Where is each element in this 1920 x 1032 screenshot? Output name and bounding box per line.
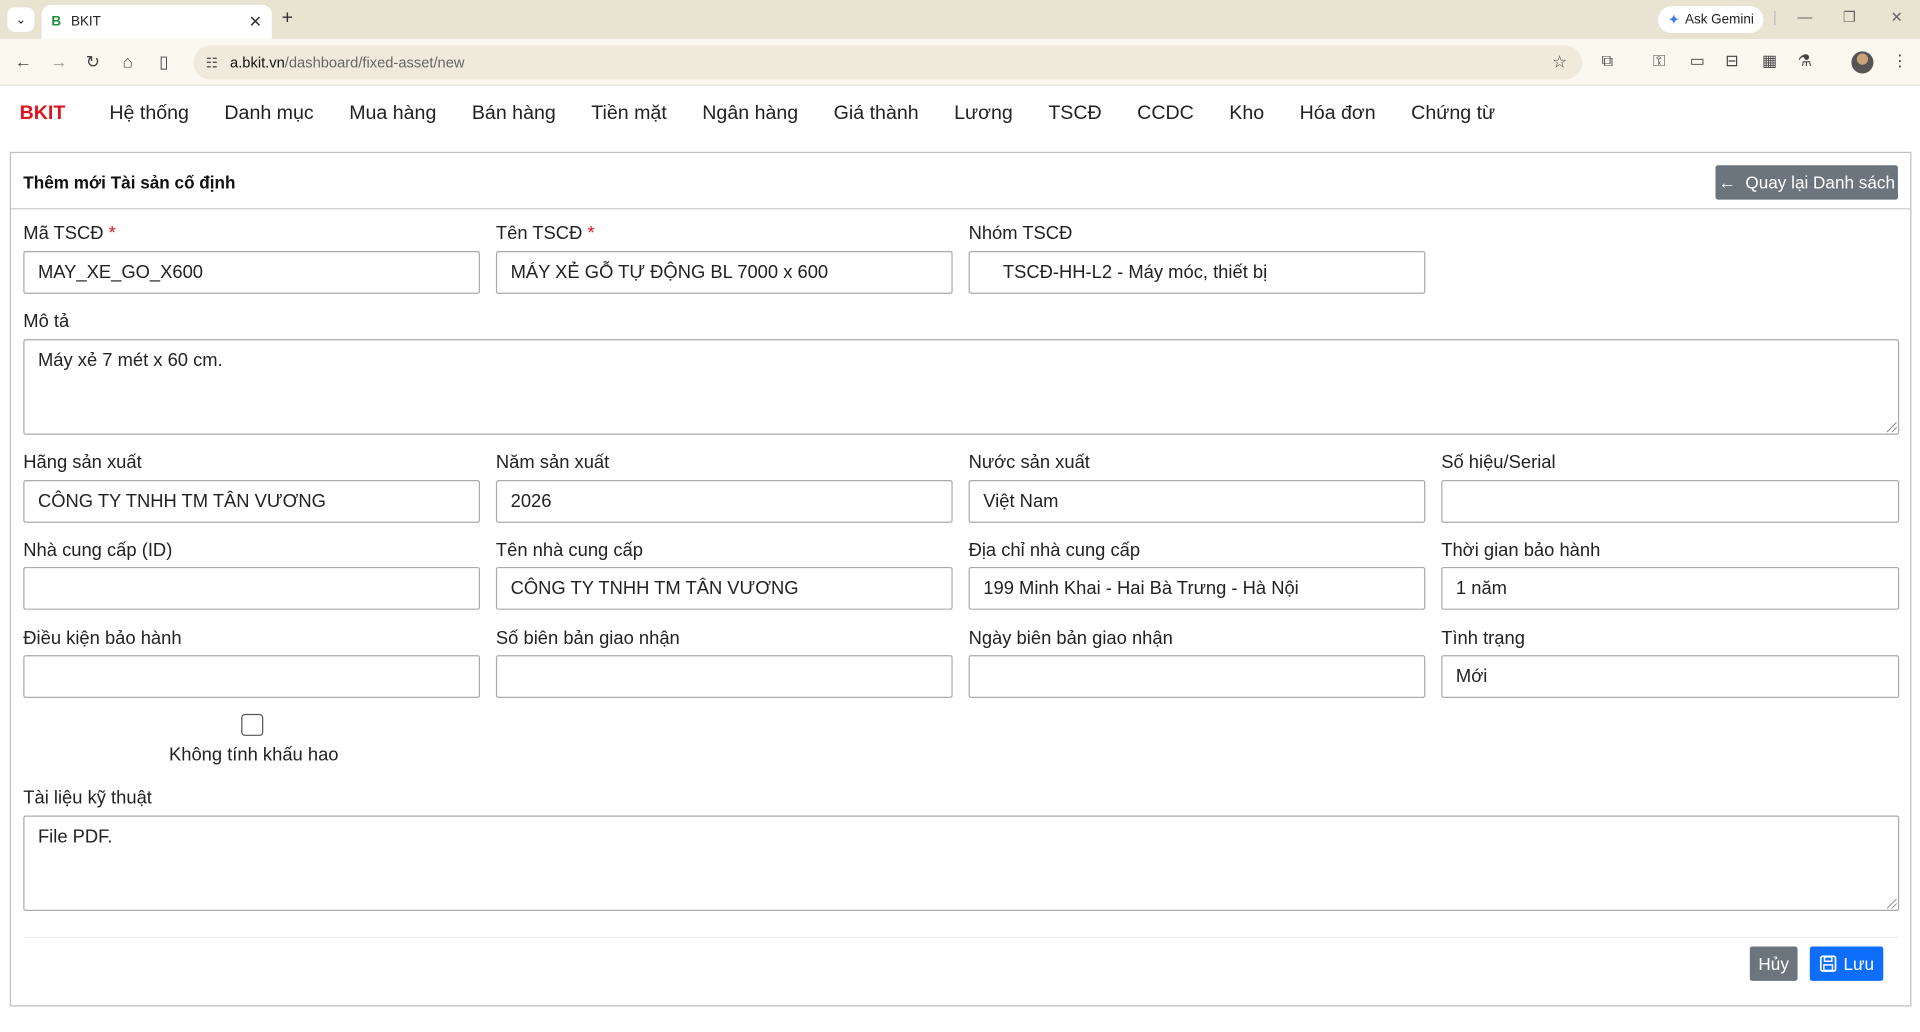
nam-sx-label: Năm sản xuất bbox=[495, 451, 610, 473]
ngay-bb-input[interactable] bbox=[968, 655, 1426, 698]
nav-ngan-hang[interactable]: Ngân hàng bbox=[702, 103, 798, 125]
extensions-icon[interactable]: ⧉ bbox=[1602, 51, 1613, 71]
ten-ncc-input[interactable]: CÔNG TY TNHH TM TÂN VƯƠNG bbox=[495, 566, 953, 610]
profile-avatar[interactable] bbox=[1851, 51, 1874, 74]
ngay-bb-label: Ngày biên bản giao nhận bbox=[968, 628, 1173, 649]
nav-tien-mat[interactable]: Tiền mặt bbox=[591, 103, 666, 125]
brand-logo[interactable]: BKIT bbox=[20, 103, 66, 125]
more-menu-icon[interactable]: ⋮ bbox=[1892, 51, 1908, 71]
nhom-tscd-select[interactable]: TSCĐ-HH-L2 - Máy móc, thiết bị bbox=[968, 251, 1426, 294]
back-arrow-icon[interactable]: ← bbox=[15, 51, 32, 71]
fixed-asset-form-card: Thêm mới Tài sản cố định ← Quay lại Danh… bbox=[9, 151, 1912, 1007]
serial-input[interactable] bbox=[1441, 480, 1900, 523]
serial-label: Số hiệu/Serial bbox=[1441, 451, 1556, 473]
browser-tabbar: ⌄ B BKIT ✕ + ✦ Ask Gemini | — ❐ ✕ bbox=[0, 0, 1920, 40]
tinh-trang-input[interactable]: Mới bbox=[1441, 655, 1900, 698]
favicon-icon: B bbox=[51, 14, 62, 30]
page-title: Thêm mới Tài sản cố định bbox=[23, 172, 236, 193]
browser-tab[interactable]: B BKIT ✕ bbox=[41, 4, 272, 40]
bao-hanh-input[interactable]: 1 năm bbox=[1441, 566, 1900, 610]
nav-kho[interactable]: Kho bbox=[1229, 103, 1264, 125]
nav-ban-hang[interactable]: Bán hàng bbox=[472, 103, 556, 125]
footer-divider bbox=[23, 936, 1898, 938]
ncc-id-input[interactable] bbox=[23, 566, 481, 610]
cancel-button[interactable]: Hủy bbox=[1749, 946, 1798, 981]
so-bb-input[interactable] bbox=[495, 655, 953, 698]
nav-tscd[interactable]: TSCĐ bbox=[1048, 103, 1101, 125]
forward-arrow-icon[interactable]: → bbox=[50, 51, 67, 71]
nuoc-sx-label: Nước sản xuất bbox=[968, 451, 1090, 473]
bao-hanh-label: Thời gian bảo hành bbox=[1441, 540, 1601, 561]
hang-sx-input[interactable]: CÔNG TY TNHH TM TÂN VƯƠNG bbox=[23, 480, 481, 523]
tab-title: BKIT bbox=[70, 14, 101, 30]
ten-ncc-label: Tên nhà cung cấp bbox=[495, 540, 643, 561]
dk-bao-hanh-label: Điều kiện bảo hành bbox=[23, 628, 182, 649]
side-panel-icon[interactable]: ▯ bbox=[159, 51, 168, 72]
dia-chi-ncc-input[interactable]: 199 Minh Khai - Hai Bà Trưng - Hà Nội bbox=[968, 566, 1426, 610]
resize-grip-icon[interactable] bbox=[1886, 898, 1897, 909]
nav-danh-muc[interactable]: Danh mục bbox=[224, 103, 313, 125]
app-navbar: BKIT Hệ thống Danh mục Mua hàng Bán hàng… bbox=[0, 86, 1920, 142]
password-key-icon[interactable]: ⚿ bbox=[1653, 51, 1665, 71]
khong-tinh-khau-hao-checkbox[interactable] bbox=[241, 713, 264, 736]
mo-ta-textarea[interactable]: Máy xẻ 7 mét x 60 cm. bbox=[23, 339, 1900, 435]
khong-tinh-khau-hao-label: Không tính khấu hao bbox=[168, 744, 339, 766]
card-header: Thêm mới Tài sản cố định ← Quay lại Danh… bbox=[11, 153, 1911, 210]
nav-chung-tu[interactable]: Chứng từ bbox=[1411, 103, 1495, 125]
url-host: a.bkit.vn bbox=[230, 53, 285, 72]
so-bb-label: Số biên bản giao nhận bbox=[495, 628, 680, 649]
save-button[interactable]: Lưu bbox=[1809, 946, 1884, 981]
separator: | bbox=[1773, 8, 1777, 26]
url-path: /dashboard/fixed-asset/new bbox=[284, 53, 465, 72]
reload-icon[interactable]: ↻ bbox=[86, 51, 100, 72]
mo-ta-label: Mô tả bbox=[23, 311, 70, 332]
resize-grip-icon[interactable] bbox=[1886, 422, 1897, 433]
ma-tscd-label: Mã TSCĐ * bbox=[23, 222, 116, 244]
nav-ccdc[interactable]: CCDC bbox=[1137, 103, 1194, 125]
site-info-icon[interactable]: ☷ bbox=[206, 54, 218, 71]
nav-luong[interactable]: Lương bbox=[954, 103, 1013, 125]
nav-hoa-don[interactable]: Hóa đơn bbox=[1300, 103, 1376, 125]
nav-mua-hang[interactable]: Mua hàng bbox=[349, 103, 436, 125]
tinh-trang-label: Tình trạng bbox=[1441, 628, 1525, 649]
ten-tscd-label: Tên TSCĐ * bbox=[495, 222, 595, 244]
save-icon bbox=[1819, 955, 1836, 972]
nhom-tscd-label: Nhóm TSCĐ bbox=[968, 222, 1073, 244]
address-bar[interactable]: ☷ a.bkit.vn /dashboard/fixed-asset/new ☆ bbox=[193, 45, 1583, 80]
tai-lieu-textarea[interactable]: File PDF. bbox=[23, 815, 1900, 912]
back-to-list-button[interactable]: ← Quay lại Danh sách bbox=[1715, 165, 1898, 200]
restore-icon[interactable]: ❐ bbox=[1843, 9, 1856, 26]
arrow-left-icon: ← bbox=[1718, 172, 1736, 193]
tai-lieu-label: Tài liệu kỹ thuật bbox=[23, 787, 152, 809]
performance-icon[interactable]: ⚗ bbox=[1798, 51, 1812, 71]
dia-chi-ncc-label: Địa chỉ nhà cung cấp bbox=[968, 540, 1141, 561]
dk-bao-hanh-input[interactable] bbox=[23, 655, 481, 698]
home-icon[interactable]: ⌂ bbox=[122, 51, 132, 71]
bookmark-star-icon[interactable]: ☆ bbox=[1552, 51, 1567, 72]
nam-sx-input[interactable]: 2026 bbox=[495, 480, 953, 523]
ncc-id-label: Nhà cung cấp (ID) bbox=[23, 540, 173, 561]
reading-mode-icon[interactable]: ⊟ bbox=[1725, 51, 1738, 71]
hang-sx-label: Hãng sản xuất bbox=[23, 451, 142, 473]
close-window-icon[interactable]: ✕ bbox=[1891, 9, 1903, 26]
ask-gemini-button[interactable]: ✦ Ask Gemini bbox=[1657, 6, 1764, 34]
nuoc-sx-input[interactable]: Việt Nam bbox=[968, 480, 1426, 523]
nav-gia-thanh[interactable]: Giá thành bbox=[834, 103, 919, 125]
ten-tscd-input[interactable]: MÁY XẺ GỖ TỰ ĐỘNG BL 7000 x 600 bbox=[495, 251, 953, 294]
nav-he-thong[interactable]: Hệ thống bbox=[109, 103, 189, 125]
browser-toolbar: ← → ↻ ⌂ ▯ ☷ a.bkit.vn /dashboard/fixed-a… bbox=[0, 39, 1920, 86]
ma-tscd-input[interactable]: MAY_XE_GO_X600 bbox=[23, 251, 481, 294]
new-tab-button[interactable]: + bbox=[282, 7, 293, 29]
tab-groups-icon[interactable]: ▦ bbox=[1762, 51, 1777, 71]
tab-search-button[interactable]: ⌄ bbox=[7, 7, 35, 32]
minimize-icon[interactable]: — bbox=[1798, 9, 1813, 26]
payment-card-icon[interactable]: ▭ bbox=[1690, 51, 1705, 71]
chevron-down-icon: ⌄ bbox=[15, 12, 26, 27]
gemini-icon: ✦ bbox=[1667, 11, 1681, 29]
close-tab-icon[interactable]: ✕ bbox=[249, 12, 262, 32]
